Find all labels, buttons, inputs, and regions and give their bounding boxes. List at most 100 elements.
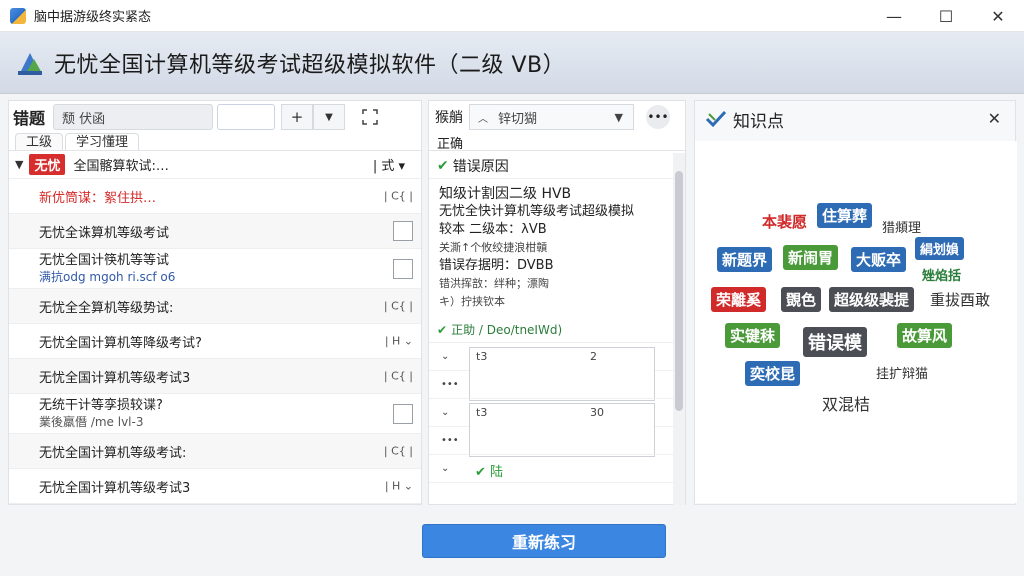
close-icon[interactable]: ✕	[988, 109, 1001, 128]
answer-select-value: 锌切猢	[498, 111, 538, 127]
correct-status-text: 正助 / Deo/tneIWd)	[451, 323, 563, 337]
knowledge-tag[interactable]: 大贩卒	[851, 247, 907, 272]
tab-study[interactable]: 学习懂理	[65, 133, 140, 150]
knowledge-tag[interactable]: 双混桔	[817, 389, 875, 417]
answer-content: ✔ 错误原因 知级计割因二级 HVB 无忧全快计算机等级考试超级模拟 较本 二级…	[429, 153, 675, 505]
knowledge-icon	[705, 110, 727, 128]
knowledge-tag[interactable]: 新闹胃	[783, 245, 839, 270]
knowledge-title: 知识点	[733, 111, 784, 132]
list-item-label: 无忧全诛算机等级考试	[39, 225, 170, 241]
tab-level[interactable]: 工级	[15, 133, 64, 150]
chevron-down-icon[interactable]: ⌄	[441, 407, 449, 418]
scrollbar[interactable]	[673, 153, 685, 505]
group-ctrl[interactable]: | 式 ▾	[373, 155, 405, 174]
answer-box-label: t3	[476, 350, 488, 363]
row-checkbox[interactable]	[393, 221, 413, 241]
list-item[interactable]: 无忧全国计算机等级考试: | C{ |	[9, 434, 421, 469]
knowledge-tag[interactable]: 故算风	[897, 323, 953, 348]
reason-line: 较本 二级本：λVB	[439, 222, 547, 237]
knowledge-tag[interactable]: 住算葬	[817, 203, 873, 228]
knowledge-tag[interactable]: 奕校昆	[745, 361, 801, 386]
answer-correct-label: ✔ 陆	[475, 465, 504, 480]
chevron-down-icon: ▼	[614, 110, 623, 124]
knowledge-tag[interactable]: 猎頫理	[877, 215, 926, 238]
chevron-up-icon: ︿	[478, 113, 488, 125]
group-header[interactable]: ▼ 无忧 全国髂算软试:… | 式 ▾	[9, 151, 421, 179]
knowledge-tag[interactable]: 挂扩辩猫	[871, 361, 933, 384]
answer-row[interactable]: ⌄ ✔ 陆	[429, 455, 675, 483]
window-title: 脑中据游级终实紧态	[34, 10, 152, 25]
answer-row[interactable]: ⌄ t3 2	[429, 343, 675, 401]
dropdown-button[interactable]: ▼	[313, 104, 346, 130]
scrollbar-thumb[interactable]	[675, 171, 683, 411]
more-icon[interactable]: •••	[441, 379, 459, 390]
list-item[interactable]: 新优筒谋：絮住拱… | C{ |	[9, 179, 421, 214]
add-button[interactable]: +	[281, 104, 314, 130]
answer-row[interactable]: ⌄ t3 30	[429, 399, 675, 457]
more-options-button[interactable]: •••	[646, 105, 670, 129]
list-item[interactable]: 无忧全全算机等级势试: | C{ |	[9, 289, 421, 324]
middle-panel-title: 猴艄	[435, 110, 463, 126]
answer-box-value: 30	[590, 406, 604, 419]
chevron-down-icon[interactable]: ⌄	[441, 351, 449, 362]
row-ctrl[interactable]: | C{ |	[384, 190, 413, 203]
search-input[interactable]	[217, 104, 276, 130]
knowledge-tag[interactable]: 矬焰括	[917, 263, 966, 286]
expand-icon[interactable]	[357, 104, 383, 130]
row-ctrl[interactable]: | C{ |	[384, 370, 413, 383]
reason-line: キ）拧挟钦本	[439, 295, 505, 308]
reason-line: 关澌↑个攸绞捷浪柑贑	[439, 241, 548, 254]
close-window-button[interactable]: ✕	[972, 0, 1024, 32]
knowledge-tag[interactable]: 荣離奚	[711, 287, 767, 312]
knowledge-tag[interactable]: 超级级裴提	[829, 287, 915, 312]
knowledge-tag[interactable]: 覴色	[781, 287, 822, 312]
row-ctrl[interactable]: | H ⌄	[385, 335, 413, 348]
list-item[interactable]: 无忧全国计算机等级考试3 | C{ |	[9, 359, 421, 394]
knowledge-tag[interactable]: 错误模	[803, 327, 867, 357]
chevron-down-icon[interactable]: ⌄	[441, 463, 449, 474]
row-ctrl[interactable]: | C{ |	[384, 300, 413, 313]
reason-line: 知级计割因二级 HVB	[439, 186, 572, 202]
list-item-label: 新优筒谋：絮住拱…	[39, 190, 157, 206]
knowledge-tag[interactable]: 实键秣	[725, 323, 781, 348]
list-item-label: 无忧全全算机等级势试:	[39, 300, 174, 316]
chevron-down-icon[interactable]: ▼	[15, 158, 23, 171]
list-item-subtext: 業後羸僭 /me lvl-3	[39, 414, 144, 429]
row-ctrl[interactable]: | C{ |	[384, 445, 413, 458]
knowledge-tag[interactable]: 新题界	[717, 247, 773, 272]
list-item[interactable]: 无忧全国计筷机等等试 满抗odg mgoh ri.scf o6	[9, 249, 421, 289]
check-icon: ✔	[437, 322, 448, 337]
status-filter[interactable]: 颓 伏函	[53, 104, 214, 130]
maximize-button[interactable]: ☐	[920, 0, 972, 32]
app-banner: 无忧全国计算机等级考试超级模拟软件（二级 VB）	[0, 32, 1024, 94]
minimize-button[interactable]: —	[868, 0, 920, 32]
group-badge: 无忧	[29, 154, 66, 175]
group-label: 全国髂算软试:…	[73, 159, 169, 174]
row-checkbox[interactable]	[393, 258, 413, 279]
left-panel-title: 错题	[13, 109, 46, 128]
answer-row[interactable]: •••	[429, 371, 675, 399]
list-item[interactable]: 无忧全国计算机等降级考试? | H ⌄	[9, 324, 421, 359]
list-item[interactable]: 无统干计等孪损较谍? 業後羸僭 /me lvl-3	[9, 394, 421, 434]
wrong-questions-panel: 错题 颓 伏函 + ▼ 工级 学习懂理 ▼ 无忧 全国髂算软试:… | 式 ▾ …	[8, 100, 422, 505]
app-logo-icon	[18, 52, 42, 75]
window-controls: — ☐ ✕	[868, 0, 1024, 32]
answer-select[interactable]: ︿ 锌切猢 ▼	[469, 104, 634, 130]
row-checkbox[interactable]	[393, 403, 413, 424]
answer-row[interactable]: •••	[429, 427, 675, 455]
answer-box-label: t3	[476, 406, 488, 419]
knowledge-tag[interactable]: 本裴愿	[757, 209, 812, 234]
more-icon[interactable]: •••	[441, 435, 459, 446]
row-ctrl[interactable]: | H ⌄	[385, 480, 413, 493]
list-item-label: 无忧全国计筷机等等试	[39, 252, 170, 268]
list-item-label: 无忧全国计算机等级考试:	[39, 445, 187, 461]
list-item[interactable]: 无忧全国计算机等级考试3 | H ⌄	[9, 469, 421, 504]
knowledge-cloud: 本裴愿 住算葬 猎頫理 新题界 新闹胃 大贩卒 絹划媍 矬焰括 荣離奚 覴色 超…	[695, 141, 1017, 503]
knowledge-header: 知识点	[695, 101, 1015, 137]
knowledge-tag[interactable]: 重拔酉敢	[925, 287, 995, 312]
retry-practice-button[interactable]: 重新练习	[422, 524, 666, 558]
knowledge-tag[interactable]: 絹划媍	[915, 237, 965, 260]
list-item[interactable]: 无忧全诛算机等级考试	[9, 214, 421, 249]
answer-panel: 猴艄 ︿ 锌切猢 ▼ ••• 正确 ✔ 错误原因 知级计割因二级 HVB 无忧全…	[428, 100, 686, 505]
left-tabs: 工级 学习懂理	[9, 133, 421, 151]
